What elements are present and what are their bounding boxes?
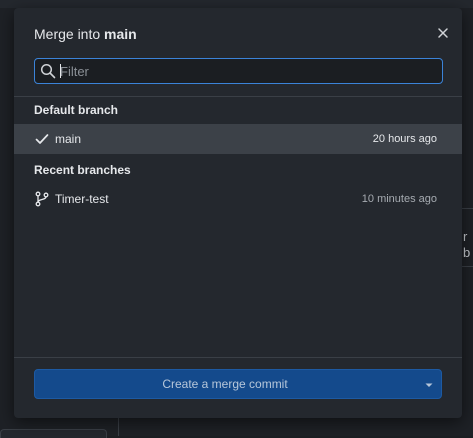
branch-name: Timer-test xyxy=(55,192,109,206)
filter-input[interactable] xyxy=(60,61,435,81)
create-merge-commit-button[interactable]: Create a merge commit xyxy=(34,369,442,399)
background-peek-text: r b xyxy=(463,229,471,260)
section-header-recent: Recent branches xyxy=(34,163,131,177)
divider xyxy=(14,96,462,97)
caret-down-icon[interactable] xyxy=(421,377,437,393)
background-tab xyxy=(0,429,107,438)
branch-time: 20 hours ago xyxy=(372,133,437,145)
dialog-title: Merge into main xyxy=(34,25,137,43)
merge-button-label: Create a merge commit xyxy=(162,377,288,391)
check-icon xyxy=(35,134,49,144)
search-icon xyxy=(40,63,56,79)
background-strip xyxy=(0,0,473,8)
background-divider xyxy=(462,266,473,267)
section-header-default: Default branch xyxy=(34,103,119,117)
dialog-title-branch: main xyxy=(104,26,137,42)
background-divider xyxy=(462,208,473,209)
close-icon xyxy=(438,28,448,38)
merge-dialog: Merge into main Default branch main 20 h… xyxy=(14,8,462,418)
background-divider xyxy=(118,418,119,436)
branch-time: 10 minutes ago xyxy=(361,193,437,205)
dialog-title-prefix: Merge into xyxy=(34,26,105,42)
divider xyxy=(14,357,462,358)
git-branch-icon xyxy=(35,191,49,207)
dialog-header: Merge into main xyxy=(14,8,462,60)
branch-item-timer-test[interactable]: Timer-test 10 minutes ago xyxy=(14,184,462,214)
branch-name: main xyxy=(55,132,82,146)
branch-item-main[interactable]: main 20 hours ago xyxy=(14,124,462,154)
text-cursor xyxy=(60,64,61,78)
close-button[interactable] xyxy=(434,24,452,42)
filter-field[interactable] xyxy=(34,58,443,84)
